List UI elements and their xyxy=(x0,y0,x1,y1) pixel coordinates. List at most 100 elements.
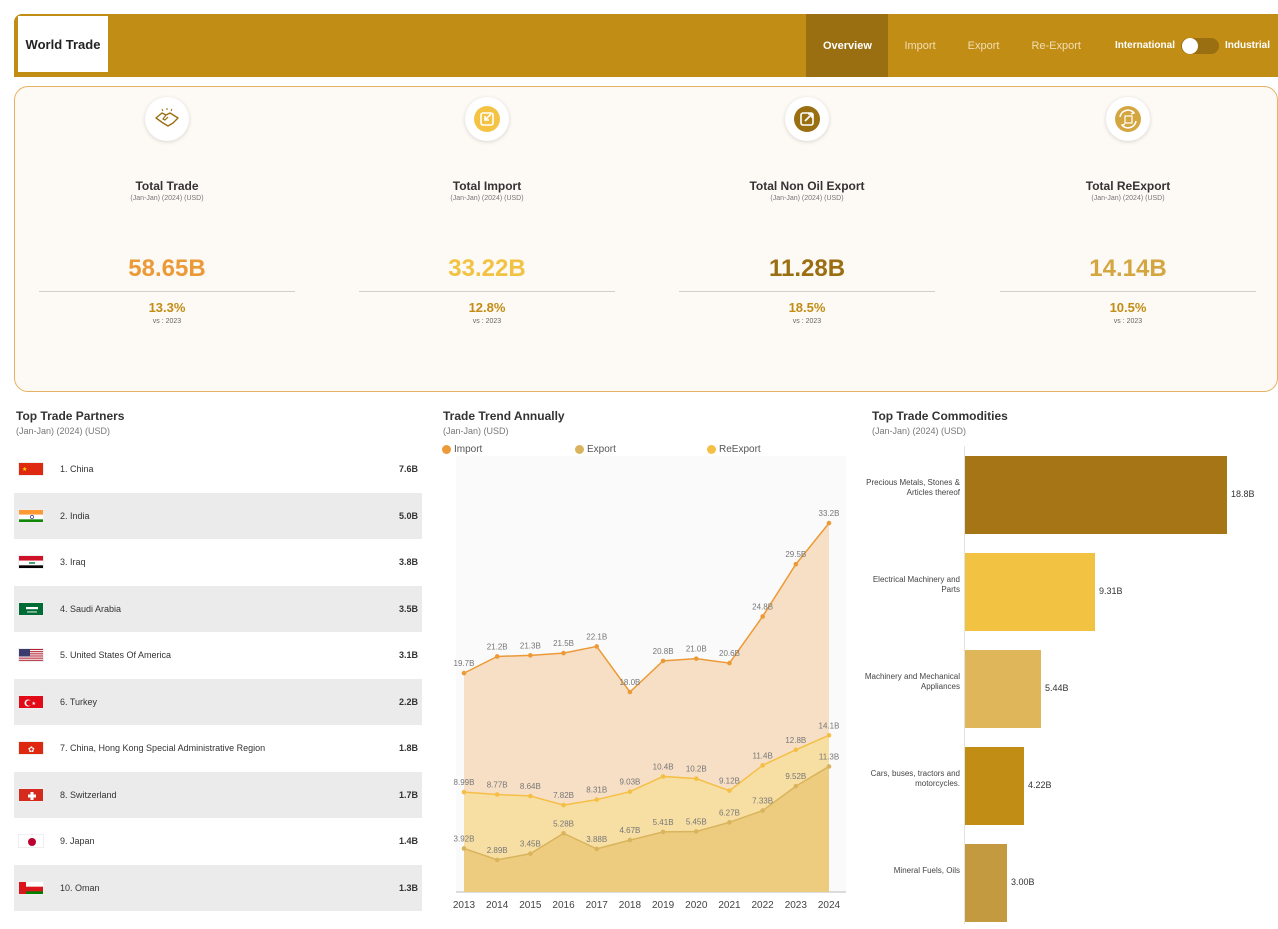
tab-overview[interactable]: Overview xyxy=(806,14,889,77)
kpi-compare-label: vs : 2023 xyxy=(472,318,502,325)
partners-title: Top Trade Partners xyxy=(16,409,125,423)
point-import[interactable] xyxy=(693,656,699,661)
data-label-import: 20.6B xyxy=(719,649,740,658)
partner-row[interactable]: 2. India 5.0B xyxy=(14,492,422,539)
commodities-chart: Precious Metals, Stones & Articles there… xyxy=(864,446,1278,924)
point-export[interactable] xyxy=(594,846,600,852)
point-export[interactable] xyxy=(760,808,765,813)
hongkong-flag-icon: ✿ xyxy=(18,741,44,756)
data-label-reexport: 8.64B xyxy=(520,782,541,791)
point-export[interactable] xyxy=(461,846,467,851)
partner-row[interactable]: 5. United States Of America 3.1B xyxy=(14,632,422,679)
point-reexport[interactable] xyxy=(494,792,500,797)
point-import[interactable] xyxy=(461,670,467,676)
partner-row[interactable]: 8. Switzerland 1.7B xyxy=(14,771,422,818)
partner-name: 9. Japan xyxy=(60,836,95,847)
legend-export[interactable]: Export xyxy=(575,444,616,455)
point-import[interactable] xyxy=(660,658,666,664)
point-export[interactable] xyxy=(727,820,732,825)
china-flag-icon: ★ xyxy=(18,462,44,477)
mode-toggle-group: International Industrial xyxy=(1097,14,1278,77)
data-label-reexport: 8.99B xyxy=(454,778,475,787)
partner-row[interactable]: 3. Iraq 3.8B xyxy=(14,539,422,586)
partner-name: 7. China, Hong Kong Special Administrati… xyxy=(60,743,266,754)
point-export[interactable] xyxy=(660,829,666,835)
point-export[interactable] xyxy=(693,829,699,834)
point-reexport[interactable] xyxy=(561,802,566,808)
point-import[interactable] xyxy=(727,660,732,666)
point-reexport[interactable] xyxy=(660,774,666,779)
svg-text:★: ★ xyxy=(32,701,37,707)
mode-toggle[interactable] xyxy=(1180,37,1219,54)
point-reexport[interactable] xyxy=(760,763,765,768)
point-reexport[interactable] xyxy=(594,797,600,802)
commodity-bar[interactable] xyxy=(965,650,1041,728)
partner-row[interactable]: 10. Oman 1.3B xyxy=(14,864,422,911)
svg-text:★: ★ xyxy=(22,466,27,473)
partner-value: 1.3B xyxy=(398,882,418,893)
point-import[interactable] xyxy=(793,561,799,567)
data-label-import: 18.0B xyxy=(619,678,640,687)
commodity-bar[interactable] xyxy=(965,456,1227,534)
trend-chart: 19.7B 21.2B 21.3B 21.5B 22.1B 18.0B 20.8B 21.0B… xyxy=(453,456,846,911)
partner-row[interactable]: 4. Saudi Arabia 3.5B xyxy=(14,585,422,632)
partner-row[interactable]: 9. Japan 1.4B xyxy=(14,818,422,865)
legend-reexport[interactable]: ReExport xyxy=(707,444,761,455)
point-reexport[interactable] xyxy=(528,793,533,799)
legend-dot-import xyxy=(442,445,451,454)
commodity-row: Precious Metals, Stones & Articles there… xyxy=(864,456,1278,534)
point-export[interactable] xyxy=(528,851,533,856)
point-reexport[interactable] xyxy=(627,789,633,794)
point-export[interactable] xyxy=(494,857,500,863)
tab-re-export[interactable]: Re-Export xyxy=(1015,14,1097,77)
point-reexport[interactable] xyxy=(693,776,699,781)
legend-import[interactable]: Import xyxy=(442,444,482,455)
partner-name: 3. Iraq xyxy=(60,557,86,568)
data-label-export: 5.41B xyxy=(653,818,674,827)
commodity-bar[interactable] xyxy=(965,844,1007,922)
kpi-value: 11.28B xyxy=(768,255,846,282)
data-label-import: 21.5B xyxy=(553,639,574,648)
point-reexport[interactable] xyxy=(826,733,832,738)
tab-import[interactable]: Import xyxy=(888,14,951,77)
iraq-flag-icon xyxy=(18,555,44,570)
commodity-bar[interactable] xyxy=(965,553,1095,631)
app-logo[interactable]: World Trade xyxy=(18,16,108,72)
top-nav-bar: World Trade Overview Import Export Re-Ex… xyxy=(14,14,1278,77)
point-import[interactable] xyxy=(494,654,500,659)
india-flag-icon xyxy=(18,508,44,523)
point-reexport[interactable] xyxy=(793,747,799,753)
data-label-import: 21.0B xyxy=(686,645,707,654)
point-import[interactable] xyxy=(760,614,765,619)
commodity-label: Mineral Fuels, Oils xyxy=(893,866,960,875)
point-import[interactable] xyxy=(826,520,832,526)
commodity-label: Machinery and Mechanical Appliances xyxy=(864,672,960,691)
commodity-bar[interactable] xyxy=(965,747,1024,825)
point-export[interactable] xyxy=(826,764,832,769)
partner-row[interactable]: ★ 1. China 7.6B xyxy=(14,446,422,493)
partner-row[interactable]: ★ 6. Turkey 2.2B xyxy=(14,678,422,725)
point-export[interactable] xyxy=(793,783,799,789)
tab-export[interactable]: Export xyxy=(952,14,1016,77)
swiss-flag-icon xyxy=(18,787,44,802)
kpi-subtitle: (Jan-Jan) (2024) (USD) xyxy=(770,195,844,202)
point-export[interactable] xyxy=(561,831,566,836)
import-icon xyxy=(465,97,509,141)
point-import[interactable] xyxy=(561,650,566,656)
data-label-reexport: 10.2B xyxy=(686,765,707,774)
point-reexport[interactable] xyxy=(727,788,732,793)
point-export[interactable] xyxy=(627,837,633,843)
data-label-reexport: 12.8B xyxy=(785,736,806,745)
data-label-import: 21.2B xyxy=(487,642,508,651)
point-import[interactable] xyxy=(528,653,533,658)
partner-name: 2. India xyxy=(60,510,90,521)
partner-row[interactable]: ✿ 7. China, Hong Kong Special Administrat… xyxy=(14,725,422,772)
point-reexport[interactable] xyxy=(461,789,467,795)
point-import[interactable] xyxy=(594,644,600,649)
kpi-divider xyxy=(1000,291,1256,292)
x-tick-label: 2020 xyxy=(685,900,708,911)
partner-value: 1.8B xyxy=(398,743,418,754)
partner-value: 7.6B xyxy=(398,464,418,475)
data-label-export: 3.92B xyxy=(454,834,475,843)
point-import[interactable] xyxy=(627,689,633,695)
